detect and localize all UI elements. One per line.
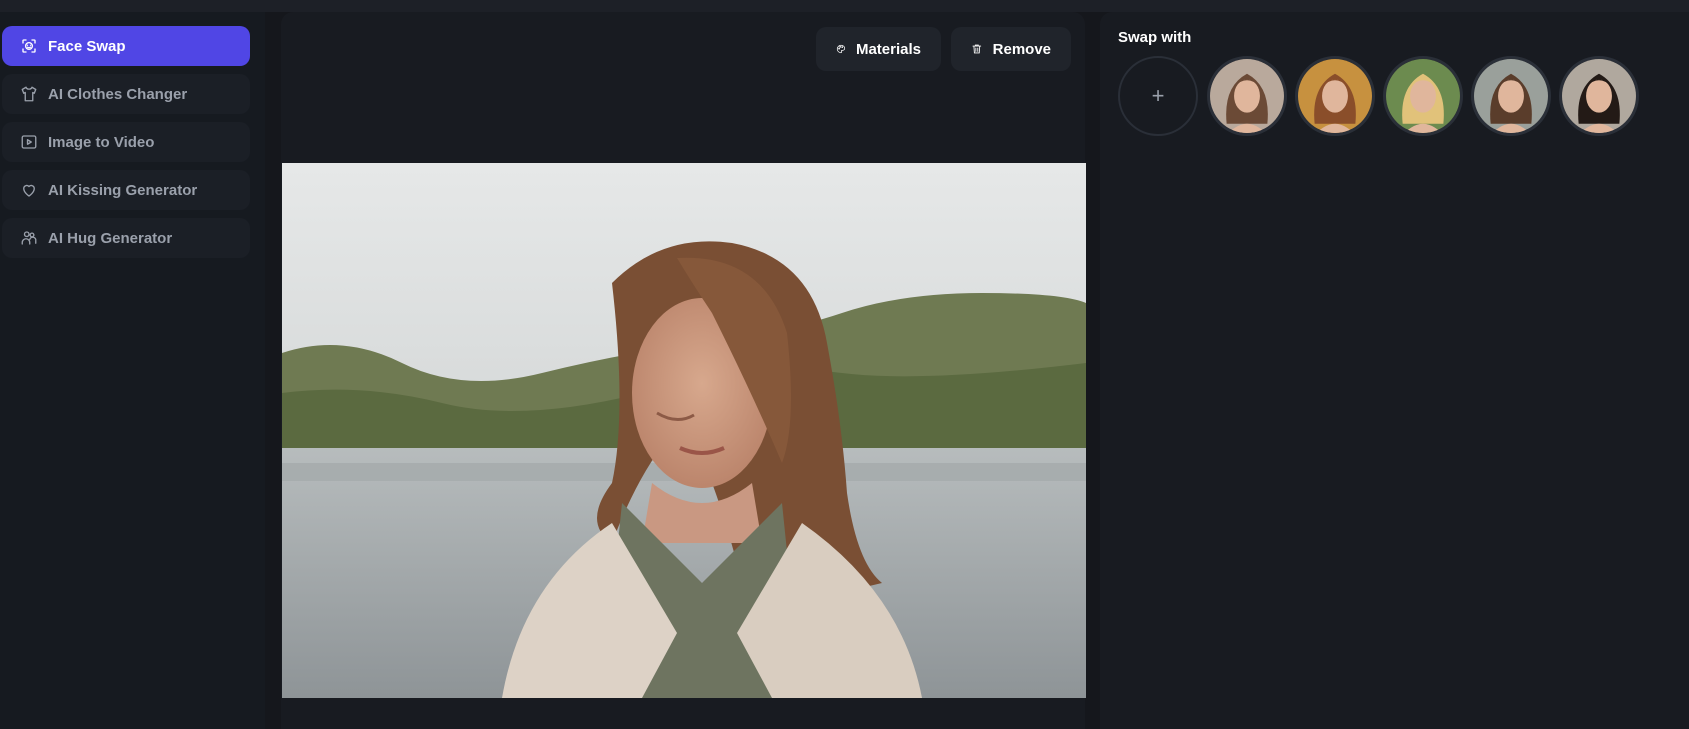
sidebar-item-label: Face Swap (48, 37, 126, 55)
remove-label: Remove (992, 40, 1051, 58)
sidebar-item-face-swap[interactable]: Face Swap (2, 26, 250, 66)
shirt-icon (20, 85, 38, 103)
face-scan-icon (20, 37, 38, 55)
swap-face-5[interactable] (1559, 56, 1639, 136)
swap-face-2[interactable] (1295, 56, 1375, 136)
swap-face-1[interactable] (1207, 56, 1287, 136)
trash-icon (972, 44, 982, 54)
materials-button[interactable]: Materials (816, 27, 941, 71)
heart-icon (20, 181, 38, 199)
sidebar-item-label: AI Kissing Generator (48, 181, 198, 199)
sidebar-item-ai-clothes-changer[interactable]: AI Clothes Changer (2, 74, 250, 114)
sidebar-item-label: AI Clothes Changer (48, 85, 188, 103)
materials-label: Materials (855, 40, 921, 58)
app-root: Face Swap AI Clothes Changer Image to Vi… (0, 0, 1689, 729)
swap-face-4[interactable] (1471, 56, 1551, 136)
uploaded-photo (282, 163, 1086, 698)
sidebar-item-label: AI Hug Generator (48, 229, 173, 247)
sidebar-item-ai-hug-generator[interactable]: AI Hug Generator (2, 218, 250, 258)
gutter (265, 12, 281, 729)
top-strip (0, 0, 1689, 12)
add-face-button[interactable]: + (1118, 56, 1198, 136)
plus-icon: + (1151, 83, 1165, 108)
sidebar-item-ai-kissing-generator[interactable]: AI Kissing Generator (2, 170, 250, 210)
swap-face-3[interactable] (1383, 56, 1463, 136)
swap-title: Swap with (1118, 29, 1192, 46)
workspace-panel: Materials Remove (281, 12, 1086, 729)
sidebar-item-label: Image to Video (48, 133, 155, 151)
palette-icon (836, 44, 846, 54)
sidebar: Face Swap AI Clothes Changer Image to Vi… (0, 12, 265, 729)
sidebar-item-image-to-video[interactable]: Image to Video (2, 122, 250, 162)
video-play-icon (20, 133, 38, 151)
swap-panel: Swap with + (1100, 12, 1689, 729)
remove-button[interactable]: Remove (951, 27, 1071, 71)
hug-icon (20, 229, 38, 247)
